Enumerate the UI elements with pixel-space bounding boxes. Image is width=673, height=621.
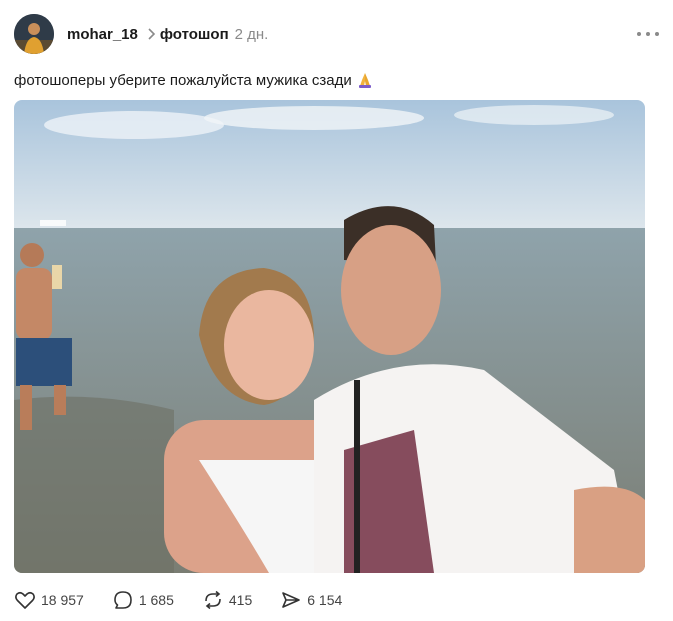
like-button[interactable]: 18 957 <box>14 589 84 611</box>
post-text-content: фотошоперы уберите пожалуйста мужика сза… <box>14 71 352 89</box>
praying-hands-icon <box>356 71 374 89</box>
repost-button[interactable]: 415 <box>202 589 252 611</box>
like-count: 18 957 <box>41 592 84 608</box>
share-icon <box>280 589 302 611</box>
share-count: 6 154 <box>307 592 343 608</box>
community-name[interactable]: фотошоп <box>160 26 229 43</box>
share-button[interactable]: 6 154 <box>280 589 342 611</box>
avatar-image <box>14 14 54 54</box>
post-photo[interactable] <box>14 100 645 573</box>
author-name[interactable]: mohar_18 <box>67 26 138 43</box>
comment-icon <box>112 589 134 611</box>
heart-icon <box>14 589 36 611</box>
more-options-icon[interactable] <box>637 26 659 42</box>
post-header: mohar_18 фотошоп 2 дн. <box>14 14 659 54</box>
avatar[interactable] <box>14 14 54 54</box>
comment-count: 1 685 <box>138 592 174 608</box>
post-time[interactable]: 2 дн. <box>235 26 269 43</box>
post-text: фотошоперы уберите пожалуйста мужика сза… <box>14 71 374 89</box>
repost-count: 415 <box>228 592 253 608</box>
chevron-right-icon <box>146 27 156 41</box>
post-actions: 18 957 1 685 415 6 154 <box>14 589 370 611</box>
repost-icon <box>202 589 224 611</box>
comment-button[interactable]: 1 685 <box>112 589 174 611</box>
